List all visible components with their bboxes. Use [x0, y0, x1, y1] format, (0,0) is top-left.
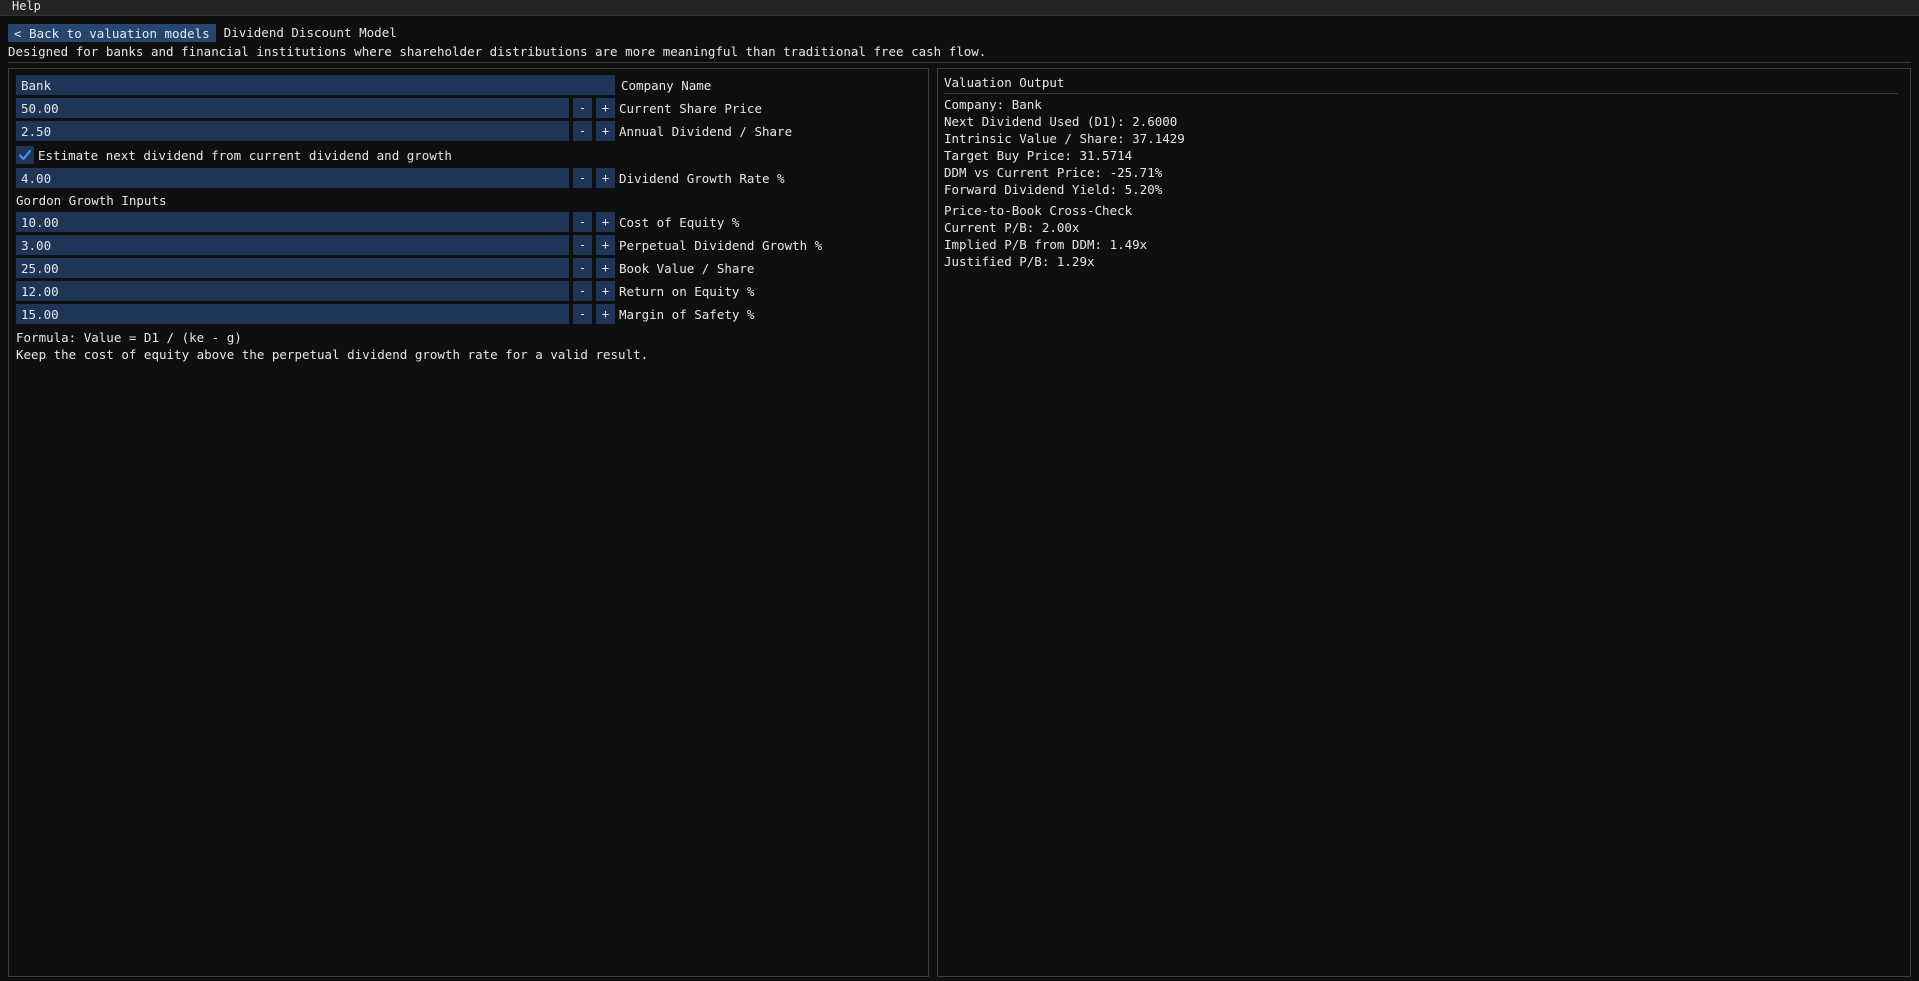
output-company: Company: Bank: [944, 97, 1042, 112]
gordon-growth-section-title: Gordon Growth Inputs: [16, 193, 167, 208]
cost-of-equity-input[interactable]: [16, 212, 569, 232]
output-next-dividend: Next Dividend Used (D1): 2.6000: [944, 114, 1178, 129]
inputs-panel: Company Name - + Current Share Price - +…: [8, 68, 929, 977]
growth-rate-decrement-button[interactable]: -: [573, 168, 592, 188]
growth-rate-input[interactable]: [16, 168, 569, 188]
growth-rate-label: Dividend Growth Rate %: [619, 170, 785, 186]
output-pb-section-title: Price-to-Book Cross-Check: [944, 203, 1133, 218]
output-justified-pb: Justified P/B: 1.29x: [944, 254, 1095, 269]
growth-rate-row: - + Dividend Growth Rate %: [16, 168, 785, 188]
perpetual-growth-decrement-button[interactable]: -: [573, 235, 592, 255]
roe-row: - + Return on Equity %: [16, 281, 754, 301]
output-title: Valuation Output: [944, 75, 1065, 90]
model-title: Dividend Discount Model: [223, 25, 397, 40]
roe-label: Return on Equity %: [619, 283, 755, 299]
menu-bar: Help: [0, 0, 1919, 16]
book-value-increment-button[interactable]: +: [596, 258, 615, 278]
annual-dividend-row: - + Annual Dividend / Share: [16, 121, 792, 141]
annual-dividend-increment-button[interactable]: +: [596, 121, 615, 141]
output-title-divider: [944, 93, 1898, 94]
validity-hint-text: Keep the cost of equity above the perpet…: [16, 347, 649, 362]
share-price-row: - + Current Share Price: [16, 98, 762, 118]
roe-input[interactable]: [16, 281, 569, 301]
margin-of-safety-decrement-button[interactable]: -: [573, 304, 592, 324]
check-icon: [18, 149, 32, 161]
output-forward-yield: Forward Dividend Yield: 5.20%: [944, 182, 1163, 197]
annual-dividend-label: Annual Dividend / Share: [619, 123, 793, 139]
annual-dividend-input[interactable]: [16, 121, 569, 141]
perpetual-growth-increment-button[interactable]: +: [596, 235, 615, 255]
estimate-dividend-label: Estimate next dividend from current divi…: [38, 147, 452, 163]
roe-increment-button[interactable]: +: [596, 281, 615, 301]
estimate-dividend-checkbox[interactable]: [16, 146, 34, 164]
share-price-label: Current Share Price: [619, 100, 762, 116]
book-value-row: - + Book Value / Share: [16, 258, 754, 278]
output-target-buy-price: Target Buy Price: 31.5714: [944, 148, 1133, 163]
book-value-decrement-button[interactable]: -: [573, 258, 592, 278]
cost-of-equity-decrement-button[interactable]: -: [573, 212, 592, 232]
estimate-dividend-row: Estimate next dividend from current divi…: [16, 145, 452, 165]
margin-of-safety-row: - + Margin of Safety %: [16, 304, 754, 324]
output-current-pb: Current P/B: 2.00x: [944, 220, 1080, 235]
cost-of-equity-increment-button[interactable]: +: [596, 212, 615, 232]
margin-of-safety-input[interactable]: [16, 304, 569, 324]
company-name-label: Company Name: [621, 77, 712, 93]
share-price-input[interactable]: [16, 98, 569, 118]
header-divider: [8, 62, 1911, 63]
share-price-increment-button[interactable]: +: [596, 98, 615, 118]
output-intrinsic-value: Intrinsic Value / Share: 37.1429: [944, 131, 1185, 146]
book-value-input[interactable]: [16, 258, 569, 278]
model-description: Designed for banks and financial institu…: [8, 44, 987, 59]
back-to-models-button[interactable]: < Back to valuation models: [8, 24, 216, 42]
annual-dividend-decrement-button[interactable]: -: [573, 121, 592, 141]
growth-rate-increment-button[interactable]: +: [596, 168, 615, 188]
output-implied-pb: Implied P/B from DDM: 1.49x: [944, 237, 1148, 252]
perpetual-growth-label: Perpetual Dividend Growth %: [619, 237, 823, 253]
company-name-row: Company Name: [16, 75, 711, 95]
cost-of-equity-row: - + Cost of Equity %: [16, 212, 739, 232]
company-name-input[interactable]: [16, 75, 615, 95]
header-row: < Back to valuation models Dividend Disc…: [8, 23, 397, 43]
roe-decrement-button[interactable]: -: [573, 281, 592, 301]
margin-of-safety-increment-button[interactable]: +: [596, 304, 615, 324]
perpetual-growth-row: - + Perpetual Dividend Growth %: [16, 235, 822, 255]
book-value-label: Book Value / Share: [619, 260, 755, 276]
margin-of-safety-label: Margin of Safety %: [619, 306, 755, 322]
perpetual-growth-input[interactable]: [16, 235, 569, 255]
share-price-decrement-button[interactable]: -: [573, 98, 592, 118]
output-ddm-vs-price: DDM vs Current Price: -25.71%: [944, 165, 1163, 180]
cost-of-equity-label: Cost of Equity %: [619, 214, 740, 230]
menu-help[interactable]: Help: [12, 0, 41, 13]
formula-text: Formula: Value = D1 / (ke - g): [16, 330, 242, 345]
valuation-output-panel: Valuation Output Company: Bank Next Divi…: [937, 68, 1911, 977]
